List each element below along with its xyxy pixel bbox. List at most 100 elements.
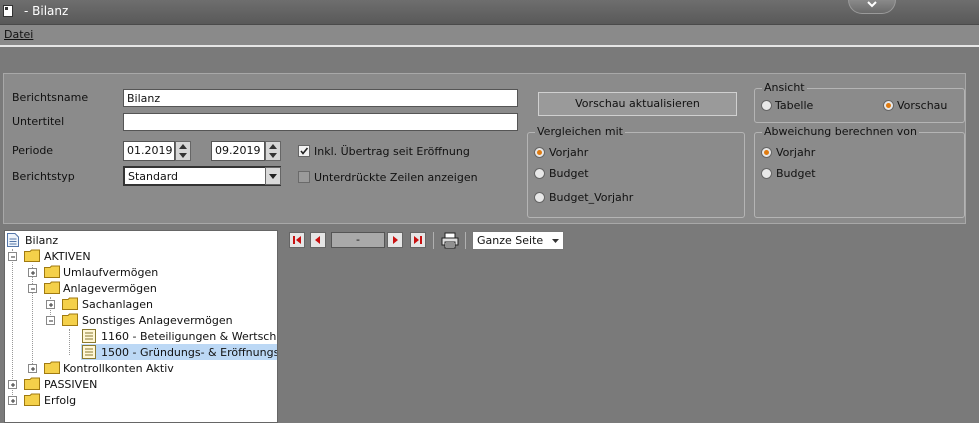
periode-label: Periode: [12, 144, 54, 157]
last-page-button[interactable]: [410, 232, 426, 248]
folder-icon: [62, 313, 78, 326]
tree-label: Umlaufvermögen: [63, 266, 159, 279]
collapse-toggle[interactable]: [28, 284, 37, 293]
arrow-up-icon: [269, 144, 277, 149]
refresh-preview-button[interactable]: Vorschau aktualisieren: [538, 92, 737, 116]
plus-icon: [31, 367, 35, 371]
menu-datei[interactable]: Datei: [4, 28, 33, 41]
tree-node-1160[interactable]: 1160 - Beteiligungen & Wertschriften l: [5, 328, 277, 344]
expand-toggle[interactable]: [8, 396, 17, 405]
tree-label: 1160 - Beteiligungen & Wertschriften l: [101, 330, 277, 343]
spin-up-button[interactable]: [176, 142, 190, 151]
tree-label: Sachanlagen: [82, 298, 153, 311]
ansicht-group: Ansicht Tabelle Vorschau: [754, 81, 965, 123]
menu-bar: Datei: [0, 25, 979, 47]
collapse-toggle[interactable]: [8, 252, 17, 261]
prev-page-icon: [315, 236, 320, 244]
folder-icon: [44, 281, 60, 294]
zoom-select[interactable]: Ganze Seite: [472, 231, 564, 250]
tree-label: 1500 - Gründungs- & Eröffnungskoste: [101, 346, 277, 359]
berichtstyp-label: Berichtstyp: [12, 170, 75, 183]
periode-from-spinner[interactable]: [175, 141, 191, 161]
untertitel-input[interactable]: [123, 113, 518, 131]
vergleich-budget-vorjahr-label[interactable]: Budget_Vorjahr: [549, 191, 633, 204]
expand-toggle[interactable]: [28, 364, 37, 373]
radio-ansicht-vorschau[interactable]: [883, 100, 894, 111]
last-page-icon: [414, 236, 422, 244]
expand-toggle[interactable]: [28, 268, 37, 277]
tree-node-anlagevermoegen[interactable]: Anlagevermögen: [5, 280, 277, 296]
vergleich-budget-label[interactable]: Budget: [549, 167, 589, 180]
spin-down-button[interactable]: [176, 151, 190, 160]
tree-node-1500-selected[interactable]: 1500 - Gründungs- & Eröffnungskoste: [81, 344, 277, 360]
radio-abweichung-vorjahr[interactable]: [761, 147, 772, 158]
tree-label: Bilanz: [25, 234, 59, 247]
tree-node-umlaufvermoegen[interactable]: Umlaufvermögen: [5, 264, 277, 280]
tree-label: AKTIVEN: [44, 250, 91, 263]
tree-node-aktiven[interactable]: AKTIVEN: [5, 248, 277, 264]
periode-to-input[interactable]: 09.2019: [211, 141, 265, 161]
abweichung-vorjahr-label[interactable]: Vorjahr: [776, 146, 815, 159]
radio-ansicht-tabelle[interactable]: [761, 100, 772, 111]
expand-toggle[interactable]: [46, 300, 55, 309]
printer-icon[interactable]: [441, 232, 459, 249]
expand-toggle[interactable]: [8, 380, 17, 389]
folder-icon: [44, 265, 60, 278]
ansicht-vorschau-label[interactable]: Vorschau: [897, 99, 947, 112]
berichtsname-input[interactable]: Bilanz: [123, 89, 518, 107]
uebertrag-label[interactable]: Inkl. Übertrag seit Eröffnung: [314, 145, 470, 158]
chevron-down-icon: [867, 1, 877, 8]
tree-label: Sonstiges Anlagevermögen: [82, 314, 233, 327]
spin-down-button[interactable]: [266, 151, 280, 160]
radio-vergleich-vorjahr[interactable]: [534, 147, 545, 158]
arrow-down-icon: [179, 153, 187, 158]
collapse-toggle[interactable]: [848, 0, 896, 14]
vergleichen-group: Vergleichen mit Vorjahr Budget Budget_Vo…: [527, 125, 745, 218]
right-edge-strip: [967, 73, 979, 224]
untertitel-label: Untertitel: [12, 115, 65, 128]
berichtstyp-dropdown-button[interactable]: [265, 167, 281, 185]
abweichung-budget-label[interactable]: Budget: [776, 167, 816, 180]
berichtstyp-select[interactable]: Standard: [123, 166, 281, 186]
title-bar: - Bilanz: [0, 0, 979, 25]
radio-vergleich-budget[interactable]: [534, 168, 545, 179]
uebertrag-checkbox[interactable]: [298, 145, 310, 157]
next-page-button[interactable]: [387, 232, 403, 248]
prev-page-button[interactable]: [310, 232, 326, 248]
account-icon: [82, 329, 96, 343]
abweichung-title: Abweichung berechnen von: [762, 125, 920, 138]
plus-icon: [11, 383, 15, 387]
report-tree[interactable]: Bilanz AKTIVEN Umlaufvermögen Anlageverm…: [4, 230, 278, 423]
tree-node-passiven[interactable]: PASSIVEN: [5, 376, 277, 392]
unterdrueckt-checkbox[interactable]: [298, 171, 310, 183]
tree-node-erfolg[interactable]: Erfolg: [5, 392, 277, 408]
ansicht-tabelle-label[interactable]: Tabelle: [775, 99, 813, 112]
vergleichen-title: Vergleichen mit: [535, 125, 625, 138]
next-page-icon: [393, 236, 398, 244]
collapse-toggle[interactable]: [46, 316, 55, 325]
tree-label: PASSIVEN: [44, 378, 98, 391]
report-settings-panel: Berichtsname Bilanz Untertitel Periode 0…: [3, 73, 966, 224]
folder-icon: [24, 249, 40, 262]
first-page-button[interactable]: [289, 232, 305, 248]
chevron-down-icon: [269, 174, 277, 179]
spacer-strip: [0, 47, 979, 71]
tree-node-kontrollkonten[interactable]: Kontrollkonten Aktiv: [5, 360, 277, 376]
radio-abweichung-budget[interactable]: [761, 168, 772, 179]
radio-vergleich-budget-vorjahr[interactable]: [534, 192, 545, 203]
tree-node-sachanlagen[interactable]: Sachanlagen: [5, 296, 277, 312]
page-number-field[interactable]: -: [331, 232, 385, 248]
toolbar-separator: [433, 232, 434, 249]
preview-area: [281, 253, 979, 423]
periode-from-input[interactable]: 01.2019: [123, 141, 175, 161]
spin-up-button[interactable]: [266, 142, 280, 151]
tree-node-bilanz[interactable]: Bilanz: [5, 232, 277, 248]
zoom-value: Ganze Seite: [477, 234, 544, 247]
app-icon: [3, 5, 13, 17]
unterdrueckt-label[interactable]: Unterdrückte Zeilen anzeigen: [314, 171, 478, 184]
tree-node-sonstiges[interactable]: Sonstiges Anlagevermögen: [5, 312, 277, 328]
arrow-up-icon: [179, 144, 187, 149]
arrow-down-icon: [269, 153, 277, 158]
periode-to-spinner[interactable]: [265, 141, 281, 161]
vergleich-vorjahr-label[interactable]: Vorjahr: [549, 146, 588, 159]
